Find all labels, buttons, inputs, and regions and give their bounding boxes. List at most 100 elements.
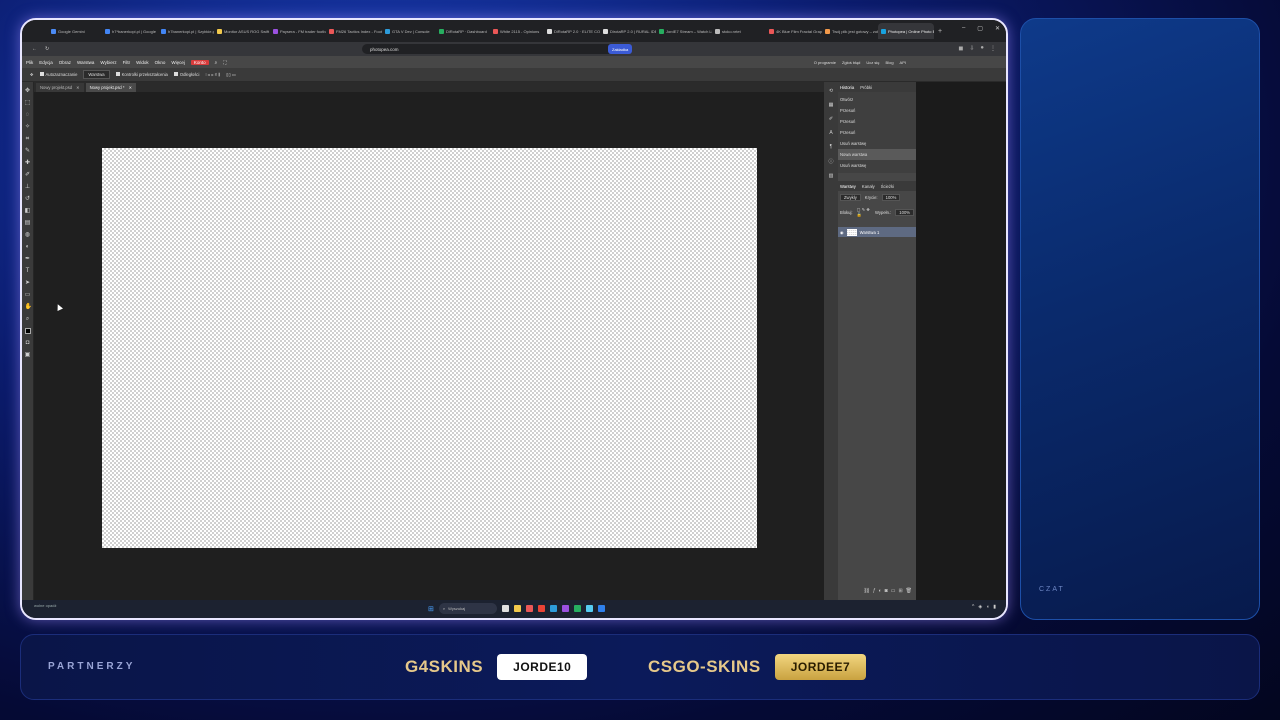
quick-mask-icon[interactable]: ◘ [25, 340, 31, 346]
brush-panel-icon[interactable]: ✐ [829, 116, 833, 122]
new-tab-button[interactable]: + [938, 28, 942, 35]
character-panel-icon[interactable]: A [829, 130, 832, 136]
layer-effects-icon[interactable]: ƒ [873, 588, 876, 594]
menu-edit[interactable]: Edycja [39, 60, 53, 65]
history-panel-icon[interactable]: ⟲ [829, 88, 833, 94]
taskbar-app-icon[interactable] [585, 605, 593, 612]
browser-tab[interactable]: Monitor ASUS ROG Swift P [214, 23, 270, 39]
link-about[interactable]: O programie [814, 60, 836, 65]
link-learn[interactable]: Ucz się [866, 60, 879, 65]
swatches-panel-icon[interactable]: ▦ [829, 102, 834, 108]
taskbar-app-icon[interactable] [537, 605, 545, 612]
type-tool-icon[interactable]: T [25, 268, 31, 274]
tab-channels[interactable]: Kanały [862, 184, 875, 189]
taskbar-app-icon[interactable] [501, 605, 509, 612]
transform-controls-checkbox[interactable]: Kontrolki przekształcenia [115, 72, 168, 77]
taskbar-app-icon[interactable] [573, 605, 581, 612]
lock-icons[interactable]: ▢ ✎ ✥ 🔒 [857, 207, 871, 218]
tray-chevron-icon[interactable]: ^ [972, 604, 974, 610]
info-panel-icon[interactable]: ⓘ [828, 158, 833, 165]
browser-tab[interactable]: stoko.nrtet [712, 23, 766, 39]
new-layer-icon[interactable]: ⊞ [898, 588, 902, 594]
link-blog[interactable]: Blog [886, 60, 894, 65]
profile-icon[interactable]: ● [980, 45, 984, 52]
close-window-button[interactable]: ✕ [995, 25, 1000, 32]
taskbar-app-icon[interactable] [513, 605, 521, 612]
bookmark-button[interactable]: Zakładka [608, 44, 633, 54]
distances-checkbox[interactable]: Odległości [173, 72, 199, 77]
browser-tab[interactable]: JordE7 Stream – Watch Live [656, 23, 712, 39]
menu-view[interactable]: Widok [136, 60, 149, 65]
canvas-workspace[interactable] [34, 92, 824, 602]
browser-tab[interactable]: h7*banerkopi.pl | Google [102, 23, 158, 39]
document-tab-active[interactable]: Nowy projekt.psd * ✕ [85, 83, 137, 92]
maximize-button[interactable]: ▢ [977, 25, 983, 32]
history-brush-icon[interactable]: ↺ [25, 196, 31, 202]
delete-layer-icon[interactable]: 🗑 [906, 588, 912, 594]
zoom-tool-icon[interactable]: ⌕ [25, 316, 31, 322]
eraser-icon[interactable]: ◧ [25, 208, 31, 214]
link-report-bug[interactable]: Zgłoś błąd [842, 60, 860, 65]
adjustment-layer-icon[interactable]: ◐ [879, 588, 882, 594]
minimize-button[interactable]: – [962, 25, 965, 32]
history-item[interactable]: Usuń warstwę [838, 138, 916, 149]
marquee-tool-icon[interactable]: ⬚ [25, 100, 31, 106]
crop-tool-icon[interactable]: ⌗ [25, 136, 31, 142]
browser-tab[interactable]: Twój plik jest gotowy – zobacz [822, 23, 878, 39]
autoselect-checkbox[interactable]: Autozaznaczanie [39, 72, 77, 77]
taskbar-app-icon[interactable] [549, 605, 557, 612]
hand-tool-icon[interactable]: ✋ [25, 304, 32, 310]
brush-tool-icon[interactable]: ✐ [25, 172, 31, 178]
foreground-color-swatch[interactable] [24, 328, 31, 334]
path-select-icon[interactable]: ➤ [25, 280, 31, 286]
taskbar-app-icon[interactable] [525, 605, 533, 612]
close-tab-icon[interactable]: ✕ [76, 85, 80, 90]
layer-row[interactable]: ◉ Warstwa 1 [838, 227, 916, 237]
fill-input[interactable]: 100% [895, 209, 914, 216]
align-icons[interactable]: ⫶ ⫷ ⫸ ⫹ ⫼ [205, 72, 220, 77]
taskbar-app-icon[interactable] [597, 605, 605, 612]
link-layers-icon[interactable]: ⛓ [864, 588, 870, 594]
shape-tool-icon[interactable]: ▭ [25, 292, 31, 298]
browser-tab[interactable]: FM26 Tactics Index - Football [326, 23, 382, 39]
browser-tab[interactable]: DirotaRP 2.0 | RURAL IDE [600, 23, 656, 39]
move-tool-icon[interactable]: ✥ [25, 88, 31, 94]
document-tab[interactable]: Nowy projekt.psd ✕ [36, 83, 84, 92]
history-item[interactable]: Przesuń [838, 105, 916, 116]
tab-history[interactable]: Historia [840, 85, 854, 90]
fullscreen-icon[interactable]: ⛶ [223, 60, 226, 65]
history-item-selected[interactable]: Nowa warstwa [838, 149, 916, 160]
blur-tool-icon[interactable]: ◍ [25, 232, 31, 238]
menu-layer[interactable]: Warstwa [77, 60, 94, 65]
volume-icon[interactable]: ◖ [986, 604, 989, 610]
menu-filter[interactable]: Filtr [123, 60, 131, 65]
browser-tab[interactable]: Google Gemini [48, 23, 102, 39]
browser-tab[interactable]: DiRotaRP · Dashboard [436, 23, 490, 39]
tab-layers[interactable]: Warstwy [840, 184, 856, 189]
back-icon[interactable]: ← [32, 46, 37, 52]
taskbar-search[interactable]: ⌕ Wyszukaj [438, 603, 497, 614]
menu-image[interactable]: Obraz [59, 60, 71, 65]
menu-file[interactable]: Plik [26, 60, 33, 65]
pen-tool-icon[interactable]: ✒ [25, 256, 31, 262]
extension-icon[interactable]: ◼ [958, 45, 963, 52]
tab-paths[interactable]: Ścieżki [881, 184, 894, 189]
browser-tab[interactable]: Photopea | Online Photo Editor [878, 23, 934, 39]
visibility-eye-icon[interactable]: ◉ [840, 230, 844, 235]
history-item[interactable]: Przesuń [838, 116, 916, 127]
autoselect-mode-select[interactable]: Warstwa [83, 70, 110, 79]
magic-wand-icon[interactable]: ✧ [25, 124, 31, 130]
menu-select[interactable]: Wybierz [100, 60, 116, 65]
eyedropper-icon[interactable]: ✎ [25, 148, 31, 154]
browser-tab[interactable]: h7banerkopi.pl | Szybkie.pl [158, 23, 214, 39]
document-canvas[interactable] [102, 148, 757, 548]
new-group-icon[interactable]: ▭ [891, 588, 896, 594]
link-api[interactable]: API [900, 60, 906, 65]
menu-window[interactable]: Okno [155, 60, 166, 65]
browser-tab[interactable]: GTA V Dev | Console [382, 23, 436, 39]
network-icon[interactable]: ◈ [978, 604, 982, 610]
close-tab-icon[interactable]: ✕ [129, 85, 133, 90]
search-icon[interactable]: ⌕ [215, 60, 218, 65]
battery-icon[interactable]: ▮ [993, 604, 996, 610]
address-bar[interactable]: photopea.com [362, 44, 630, 54]
